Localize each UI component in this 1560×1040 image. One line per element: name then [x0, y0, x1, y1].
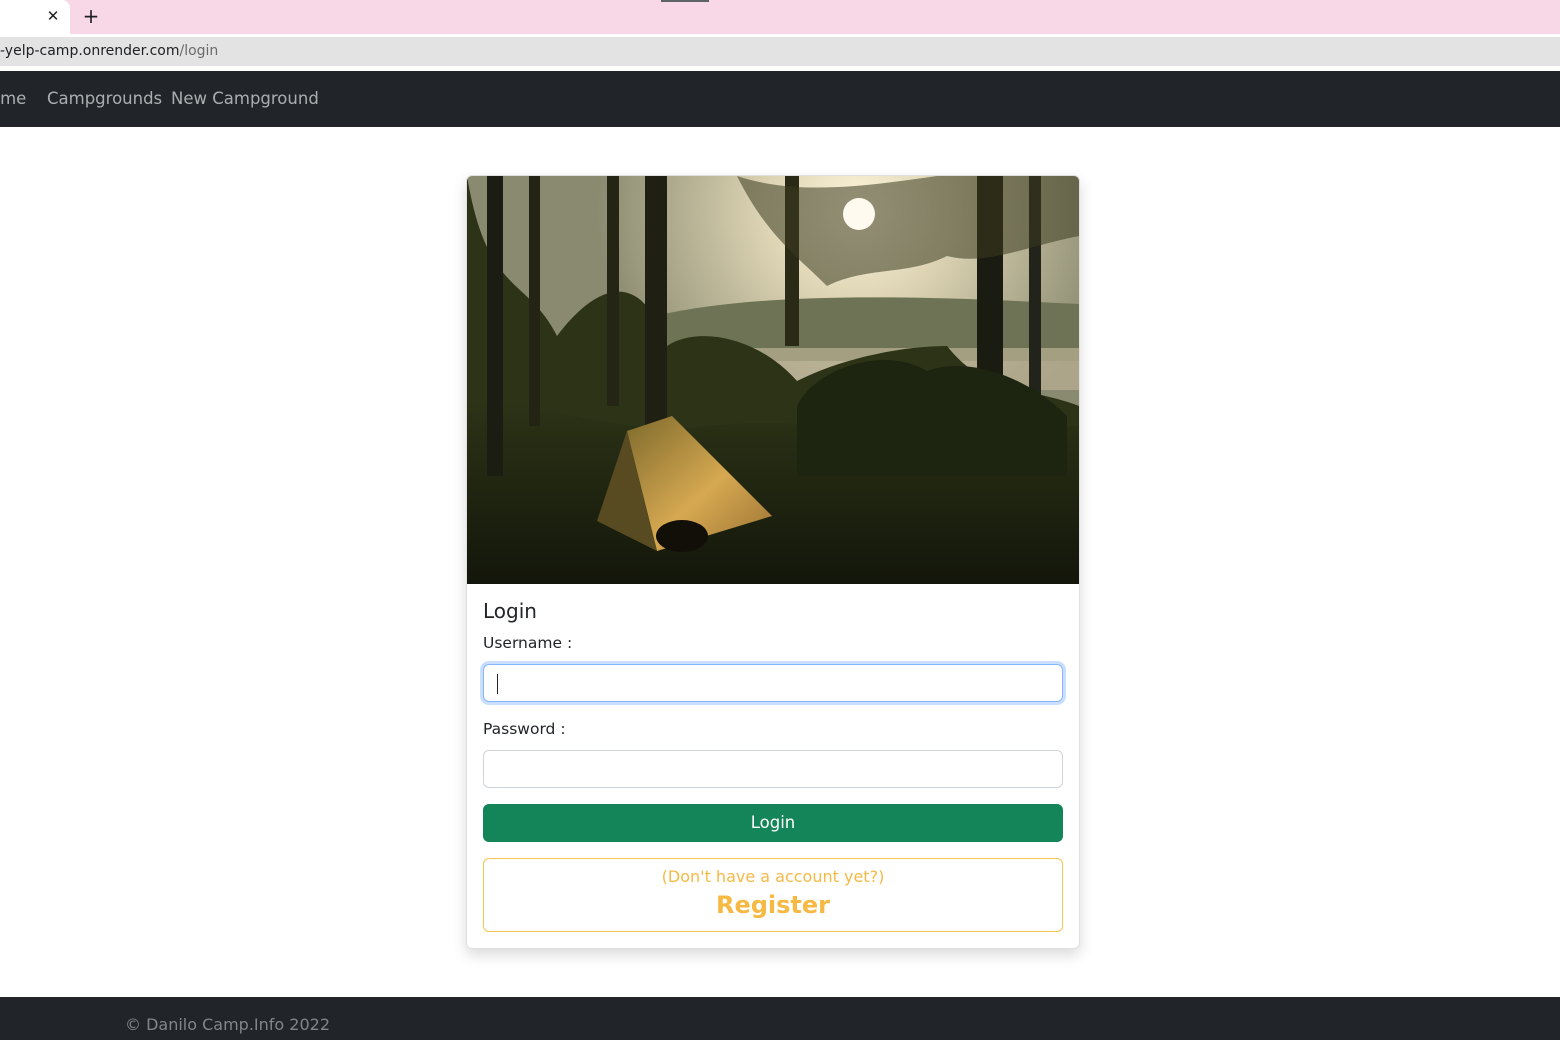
url-path: /login [179, 43, 219, 59]
campsite-image [467, 176, 1079, 584]
username-input[interactable] [483, 664, 1063, 702]
nav-link-new-campground[interactable]: New Campground [171, 71, 319, 127]
tab-indicator [661, 0, 709, 2]
register-link[interactable]: Register [484, 891, 1062, 919]
password-input[interactable] [483, 750, 1063, 788]
browser-tab-strip: ✕ + [0, 0, 1560, 34]
navbar: ome Campgrounds New Campground [0, 71, 1560, 127]
close-icon[interactable]: ✕ [44, 7, 62, 25]
footer: © Danilo Camp.Info 2022 [0, 997, 1560, 1040]
password-label: Password : [483, 720, 566, 738]
login-title: Login [483, 599, 537, 623]
url-field[interactable]: -yelp-camp.onrender.com/login [0, 37, 1560, 66]
register-hint[interactable]: (Don't have a account yet?) [484, 867, 1062, 886]
address-bar: -yelp-camp.onrender.com/login [0, 34, 1560, 70]
login-card: Login Username : Password : Login (Don't… [466, 175, 1080, 949]
url-host: -yelp-camp.onrender.com [0, 43, 180, 59]
login-button[interactable]: Login [483, 804, 1063, 842]
nav-link-home[interactable]: ome [0, 71, 26, 127]
username-label: Username : [483, 634, 573, 652]
text-caret [497, 674, 498, 694]
new-tab-icon[interactable]: + [81, 6, 101, 26]
browser-tab[interactable]: ✕ [0, 0, 70, 34]
nav-link-campgrounds[interactable]: Campgrounds [47, 71, 162, 127]
register-box[interactable]: (Don't have a account yet?) Register [483, 858, 1063, 932]
footer-copyright: © Danilo Camp.Info 2022 [125, 1015, 331, 1034]
